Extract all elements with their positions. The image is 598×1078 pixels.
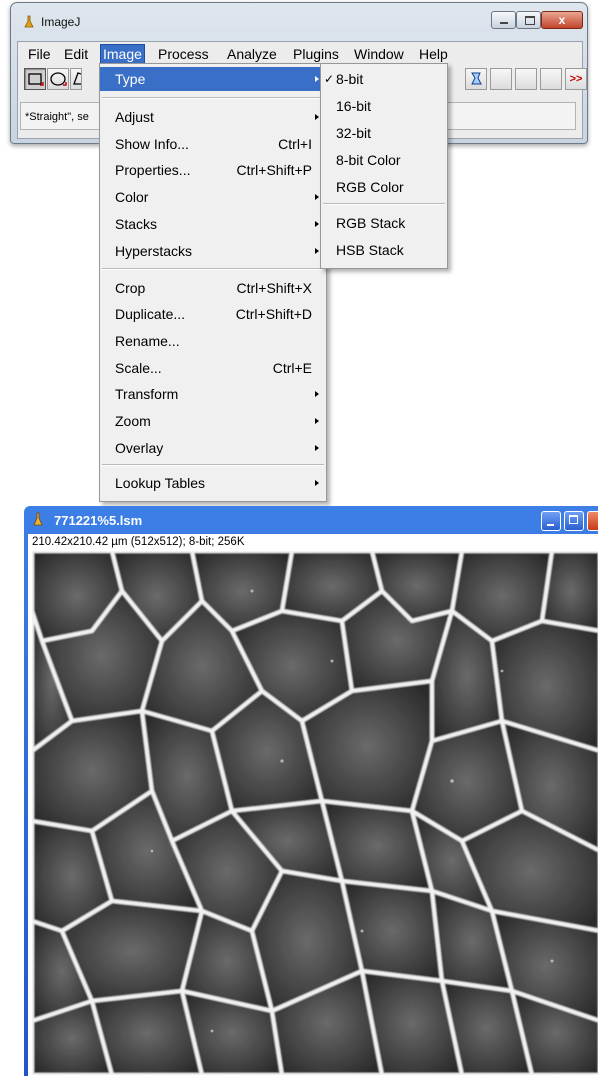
maximize-button[interactable] — [564, 511, 584, 531]
menu-item-crop[interactable]: Crop Ctrl+Shift+X — [100, 276, 326, 300]
image-window-body: 210.42x210.42 µm (512x512); 8-bit; 256K — [28, 534, 598, 1077]
checkmark-icon: ✓ — [324, 72, 335, 86]
menu-image[interactable]: Image — [100, 44, 145, 64]
menu-process[interactable]: Process — [156, 45, 211, 63]
submenu-arrow-icon — [315, 248, 319, 254]
menu-item-adjust[interactable]: Adjust — [100, 105, 326, 129]
imagej-logo-icon — [33, 512, 43, 526]
submenu-arrow-icon — [315, 114, 319, 120]
oval-tool-button[interactable] — [47, 68, 69, 90]
submenu-arrow-icon — [315, 418, 319, 424]
close-button[interactable]: x — [541, 11, 583, 29]
menu-analyze[interactable]: Analyze — [225, 45, 279, 63]
minimize-button[interactable] — [491, 11, 516, 29]
menu-item-show-info[interactable]: Show Info... Ctrl+I — [100, 132, 326, 156]
oval-icon — [50, 72, 67, 86]
menu-item-type[interactable]: Type — [100, 67, 326, 91]
separator — [102, 268, 324, 270]
separator — [323, 203, 445, 205]
image-window: 771221%5.lsm 210.42x210.42 µm (512x512);… — [24, 506, 598, 1077]
rectangle-icon — [28, 73, 44, 86]
close-button[interactable] — [587, 511, 598, 531]
menu-edit[interactable]: Edit — [62, 45, 90, 63]
custom-tool-button-3[interactable] — [540, 68, 562, 90]
menu-item-overlay[interactable]: Overlay — [100, 436, 326, 460]
rectangle-tool-button[interactable] — [24, 68, 46, 90]
submenu-arrow-icon — [315, 480, 319, 486]
minimize-button[interactable] — [541, 511, 561, 531]
microscopy-image — [30, 549, 598, 1077]
menu-plugins[interactable]: Plugins — [291, 45, 341, 63]
polygon-tool-button[interactable] — [70, 68, 82, 90]
menu-item-lookup-tables[interactable]: Lookup Tables — [100, 471, 326, 495]
menu-item-rgb-stack[interactable]: RGB Stack — [321, 211, 447, 235]
submenu-arrow-icon — [315, 391, 319, 397]
type-submenu: ✓ 8-bit 16-bit 32-bit 8-bit Color RGB Col… — [320, 63, 448, 269]
menu-bar: File Edit Image Process Analyze Plugins … — [18, 42, 582, 64]
menu-item-rgb-color[interactable]: RGB Color — [321, 175, 447, 199]
menu-item-color[interactable]: Color — [100, 185, 326, 209]
menu-item-16-bit[interactable]: 16-bit — [321, 94, 447, 118]
menu-item-zoom[interactable]: Zoom — [100, 409, 326, 433]
image-info-text: 210.42x210.42 µm (512x512); 8-bit; 256K — [32, 536, 245, 548]
separator — [102, 464, 324, 466]
maximize-button[interactable] — [516, 11, 541, 29]
title-bar[interactable]: ImageJ x — [11, 3, 587, 39]
dropper-tool-button[interactable] — [465, 68, 487, 90]
image-canvas[interactable] — [30, 549, 598, 1077]
menu-help[interactable]: Help — [417, 45, 450, 63]
menu-item-8-bit[interactable]: ✓ 8-bit — [321, 67, 447, 91]
dropper-icon — [471, 72, 482, 85]
custom-tool-button-1[interactable] — [490, 68, 512, 90]
submenu-arrow-icon — [315, 194, 319, 200]
imagej-logo-icon — [24, 15, 34, 28]
menu-window[interactable]: Window — [352, 45, 406, 63]
image-menu: Type Adjust Show Info... Ctrl+I Propertie… — [99, 63, 327, 502]
more-tools-button[interactable]: >> — [565, 68, 587, 90]
menu-item-transform[interactable]: Transform — [100, 382, 326, 406]
image-window-title: 771221%5.lsm — [54, 513, 143, 528]
polygon-icon — [73, 72, 81, 85]
menu-item-duplicate[interactable]: Duplicate... Ctrl+Shift+D — [100, 302, 326, 326]
menu-file[interactable]: File — [26, 45, 53, 63]
separator — [102, 97, 324, 99]
menu-item-rename[interactable]: Rename... — [100, 329, 326, 353]
menu-item-hyperstacks[interactable]: Hyperstacks — [100, 239, 326, 263]
menu-item-properties[interactable]: Properties... Ctrl+Shift+P — [100, 158, 326, 182]
menu-item-stacks[interactable]: Stacks — [100, 212, 326, 236]
menu-item-8-bit-color[interactable]: 8-bit Color — [321, 148, 447, 172]
menu-item-scale[interactable]: Scale... Ctrl+E — [100, 356, 326, 380]
submenu-arrow-icon — [315, 76, 319, 82]
window-title: ImageJ — [41, 15, 81, 29]
submenu-arrow-icon — [315, 445, 319, 451]
menu-item-32-bit[interactable]: 32-bit — [321, 121, 447, 145]
submenu-arrow-icon — [315, 221, 319, 227]
menu-item-hsb-stack[interactable]: HSB Stack — [321, 238, 447, 262]
custom-tool-button-2[interactable] — [515, 68, 537, 90]
